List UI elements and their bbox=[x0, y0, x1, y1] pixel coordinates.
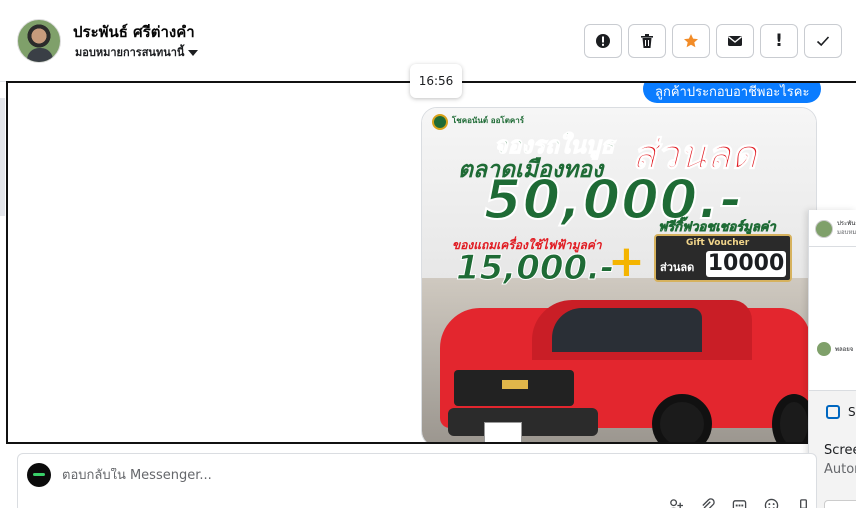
trash-icon bbox=[641, 34, 653, 48]
notification-action-button[interactable] bbox=[824, 500, 856, 508]
reply-input[interactable] bbox=[62, 468, 662, 483]
voucher-title: Gift Voucher bbox=[686, 238, 750, 248]
star-icon bbox=[684, 34, 698, 48]
truck-bumper bbox=[448, 408, 598, 436]
chevrolet-logo-icon bbox=[502, 380, 528, 389]
promo-gift-amount: 15,000.- bbox=[455, 248, 615, 289]
notification-auto-text: Autor bbox=[824, 462, 856, 477]
assign-label: มอบหมายการสนทนานี้ bbox=[75, 46, 185, 59]
delete-button[interactable] bbox=[628, 24, 666, 58]
assign-conversation-dropdown[interactable]: มอบหมายการสนทนานี้ bbox=[75, 43, 199, 61]
mini-assign-label: มอบหมาย bbox=[837, 229, 856, 236]
snipping-tool-icon bbox=[826, 405, 840, 419]
snipping-tool-title: S bbox=[848, 405, 856, 419]
mark-unread-button[interactable] bbox=[716, 24, 754, 58]
follow-up-button[interactable]: ! bbox=[760, 24, 798, 58]
promo-image-attachment[interactable]: โชคอนันต์ ออโตคาร์ จองรถในบูธ ตลาดเมืองท… bbox=[421, 107, 817, 442]
voucher-label: ส่วนลด bbox=[660, 261, 695, 274]
mail-icon bbox=[728, 36, 742, 46]
follow-up-icon: ! bbox=[775, 31, 783, 51]
reply-composer bbox=[17, 453, 817, 508]
contact-avatar[interactable] bbox=[17, 19, 61, 63]
mark-done-button[interactable] bbox=[804, 24, 842, 58]
report-spam-icon bbox=[596, 34, 610, 48]
license-plate bbox=[484, 422, 522, 442]
mini-contact-avatar bbox=[815, 220, 833, 238]
attachment-icon[interactable] bbox=[698, 496, 716, 508]
dealer-logo bbox=[432, 114, 448, 130]
message-thread: ลูกค้าประกอบอาชีพอะไรคะ โชคอนันต์ ออโตคา… bbox=[6, 81, 856, 444]
voucher-amount: 10000 bbox=[706, 251, 786, 277]
mini-divider bbox=[809, 246, 856, 247]
notification-screenshot-text: Scree bbox=[824, 443, 856, 458]
left-scrollbar[interactable] bbox=[0, 98, 5, 216]
star-button[interactable] bbox=[672, 24, 710, 58]
conversation-toolbar: ! bbox=[584, 24, 842, 58]
caret-down-icon bbox=[188, 49, 199, 56]
message-timestamp-tooltip: 16:56 bbox=[410, 64, 462, 98]
reply-tools bbox=[666, 496, 812, 508]
promo-plus-sign: + bbox=[608, 236, 645, 287]
page-avatar-icon bbox=[27, 463, 51, 487]
outgoing-message-bubble[interactable]: ลูกค้าประกอบอาชีพอะไรคะ bbox=[643, 83, 822, 103]
gift-voucher-card: Gift Voucher ส่วนลด 10000 bbox=[654, 234, 792, 282]
add-person-icon[interactable] bbox=[666, 496, 684, 508]
report-spam-button[interactable] bbox=[584, 24, 622, 58]
saved-reply-icon[interactable] bbox=[730, 496, 748, 508]
mini-sender-avatar bbox=[817, 342, 831, 356]
truck-windshield bbox=[552, 308, 702, 352]
dealer-name: โชคอนันต์ ออโตคาร์ bbox=[452, 116, 525, 125]
more-icon[interactable] bbox=[794, 496, 812, 508]
checkmark-icon bbox=[816, 36, 830, 47]
mini-sender-text: พลอยจ bbox=[835, 346, 854, 353]
contact-name[interactable]: ประพันธ์ ศรีต่างคำ bbox=[73, 20, 195, 44]
emoji-icon[interactable] bbox=[762, 496, 780, 508]
